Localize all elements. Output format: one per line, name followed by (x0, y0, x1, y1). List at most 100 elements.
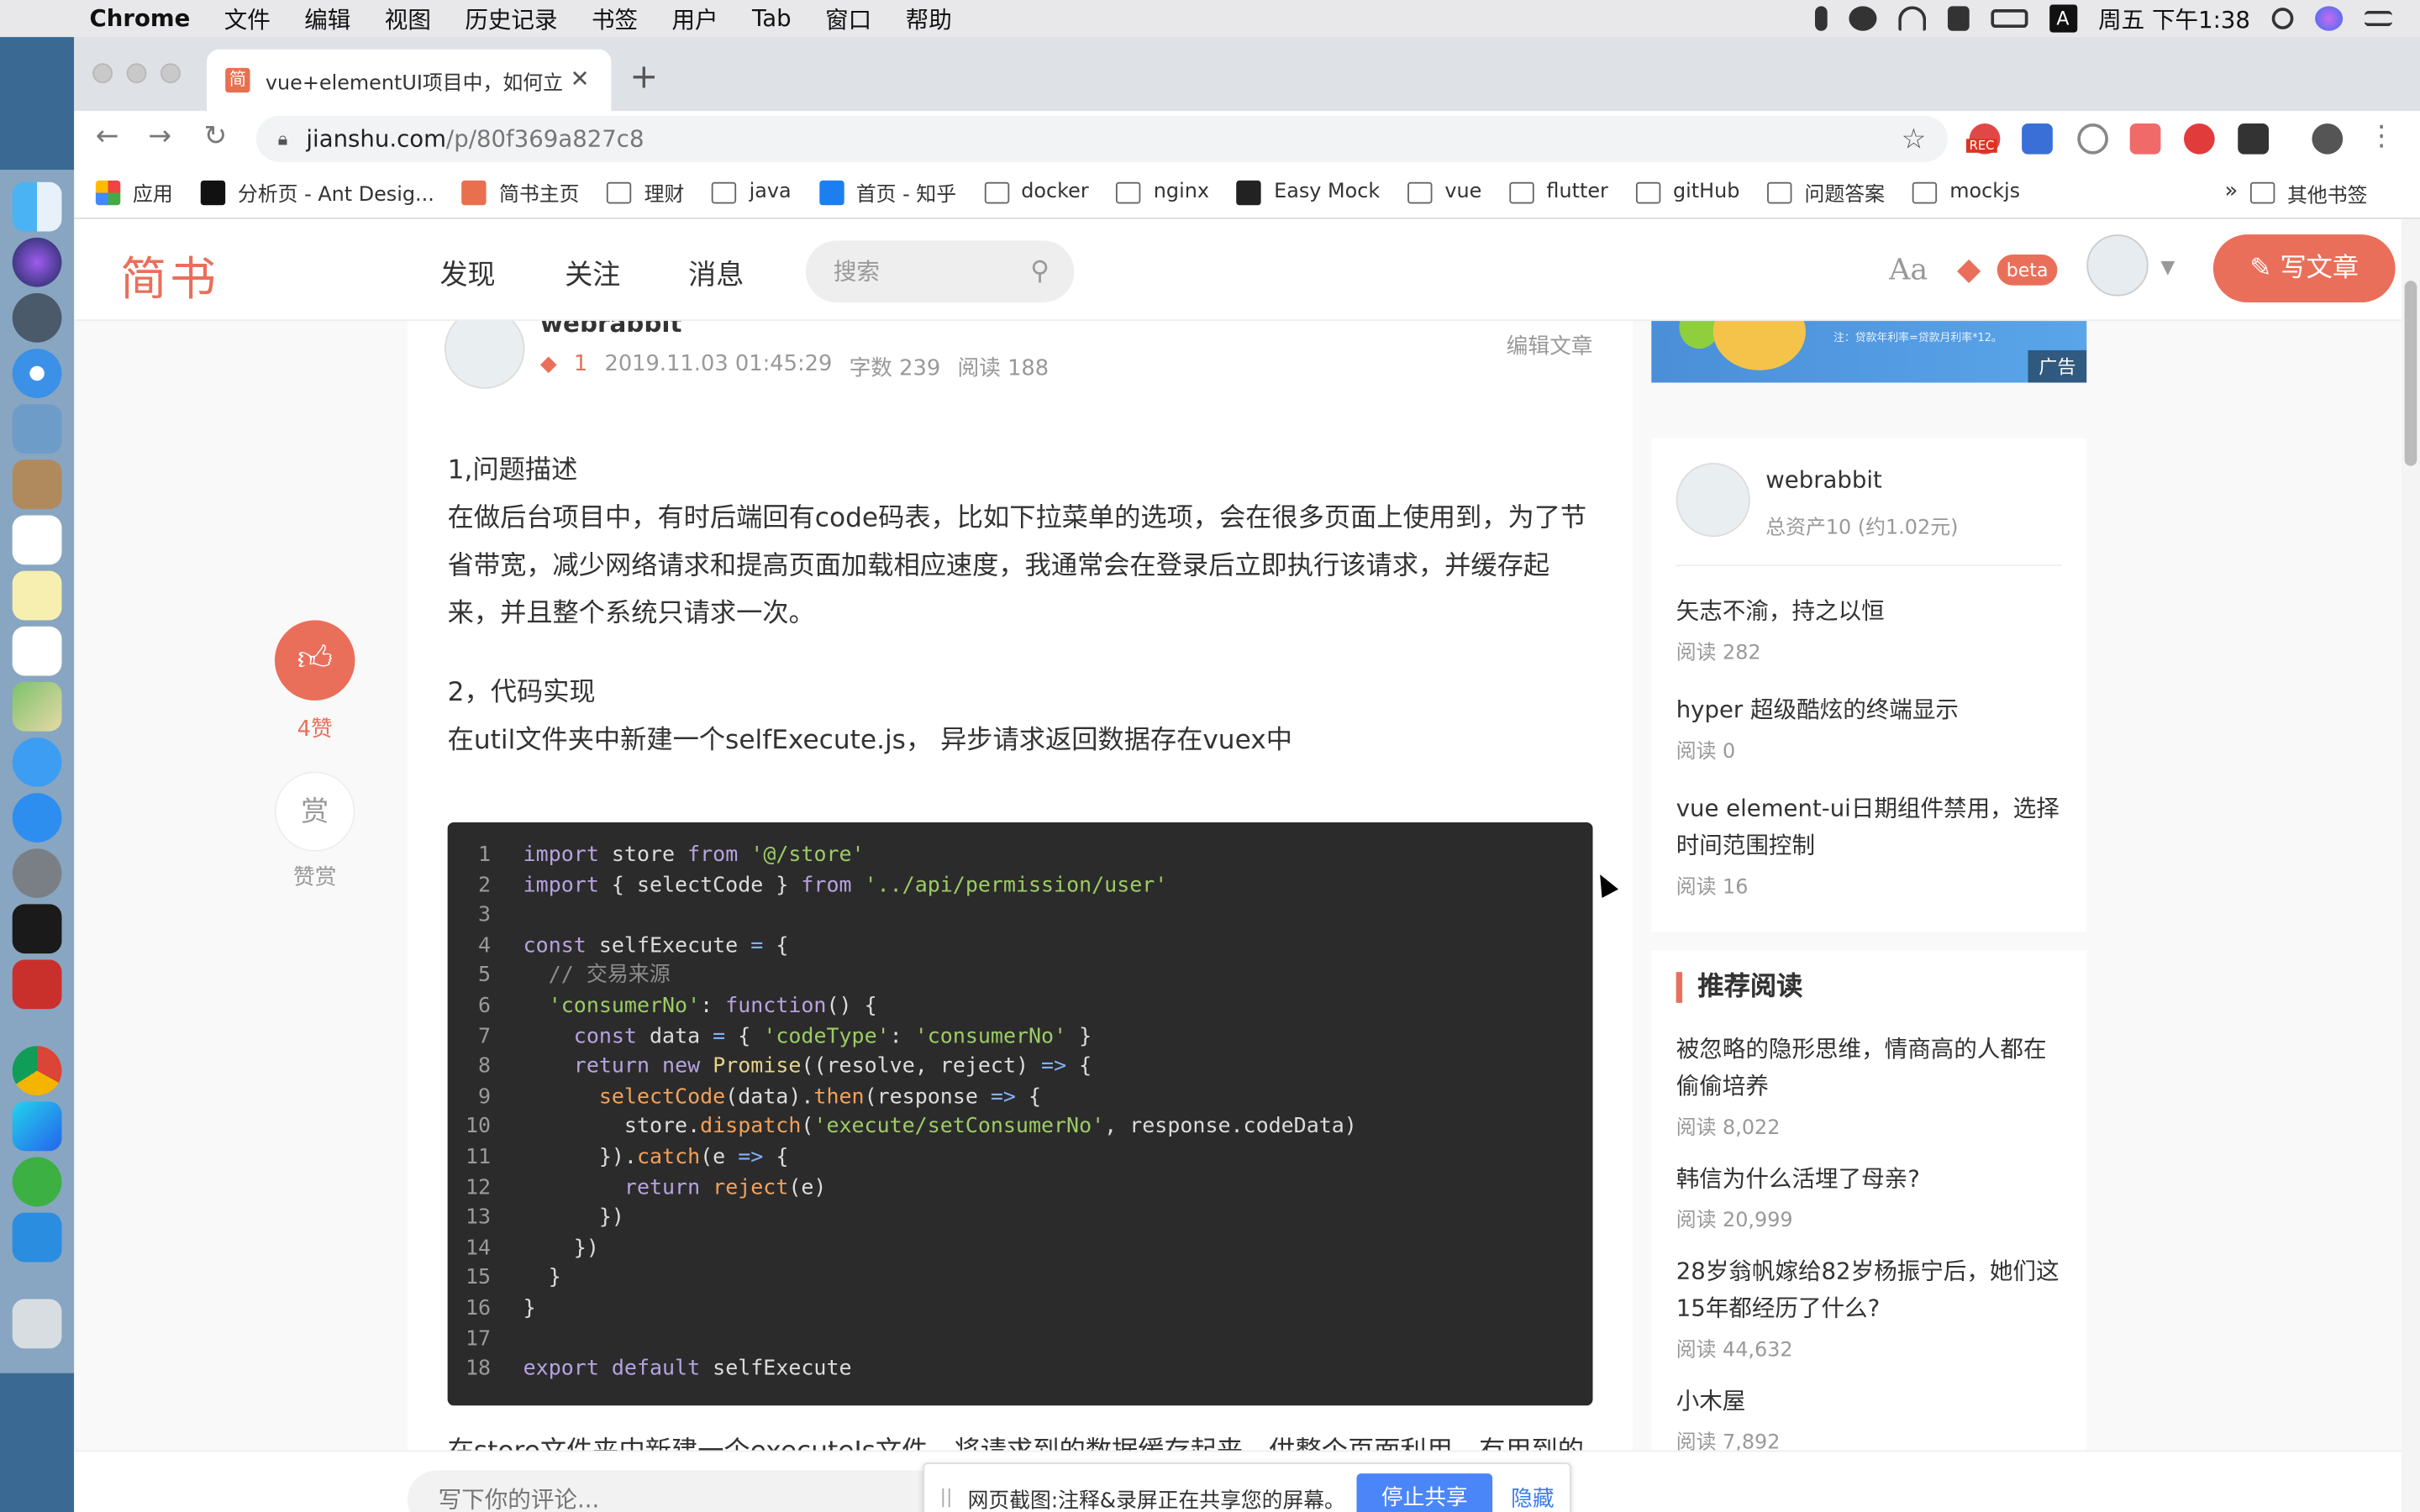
siri-dock-icon[interactable] (12, 237, 62, 287)
bookmarks-overflow-chevron-icon[interactable]: » (2225, 179, 2238, 203)
chrome-icon[interactable] (12, 1046, 62, 1096)
launchpad-icon[interactable] (12, 292, 62, 343)
vscode-icon[interactable] (12, 1212, 62, 1263)
item-title[interactable]: 韩信为什么活埋了母亲? (1676, 1160, 2065, 1197)
browser-tab-active[interactable]: 简 vue+elementUI项目中，如何立 ✕ (207, 49, 612, 112)
search-input[interactable]: 搜索 ⚲ (805, 240, 1075, 303)
bookmark-folder-licai[interactable]: 理财 (607, 177, 684, 207)
chrome-menu-icon[interactable]: ⋮ (2368, 120, 2396, 153)
wechat-dock-icon[interactable] (12, 1157, 62, 1207)
app-store-icon[interactable] (12, 793, 62, 843)
forward-arrow-icon[interactable]: → (148, 120, 171, 153)
reload-icon[interactable]: ↻ (203, 120, 227, 153)
bookmark-folder-docker[interactable]: docker (984, 181, 1089, 203)
author-article-item[interactable]: vue element-ui日期组件禁用，选择时间范围控制 阅读 16 (1676, 790, 2065, 900)
item-title[interactable]: vue element-ui日期组件禁用，选择时间范围控制 (1676, 790, 2065, 864)
notification-center-icon[interactable] (2364, 10, 2392, 27)
bookmark-folder-mockjs[interactable]: mockjs (1912, 181, 2020, 203)
author-article-item[interactable]: 矢志不渝，持之以恒 阅读 282 (1676, 592, 2065, 665)
window-zoom-icon[interactable] (160, 63, 181, 84)
code-block[interactable]: 1 import store from '@/store' 2 import { se… (447, 822, 1593, 1406)
siri-icon[interactable] (2315, 6, 2344, 31)
recommended-item[interactable]: 28岁翁帆嫁给82岁杨振宁后，她们这15年都经历了什么? 阅读 44,632 (1676, 1252, 2065, 1362)
ad-banner[interactable]: 注：贷款年利率=贷款月利率*12。 广告 (1651, 321, 2087, 383)
bookmark-folder-github[interactable]: gitHub (1635, 181, 1739, 203)
nav-follow[interactable]: 关注 (565, 253, 620, 293)
nav-discover[interactable]: 发现 (439, 253, 495, 293)
bookmark-folder-java[interactable]: java (712, 181, 792, 203)
wechat-icon[interactable] (1848, 6, 1876, 31)
window-close-icon[interactable] (92, 63, 113, 84)
trash-icon[interactable] (12, 1299, 62, 1349)
menu-bookmarks[interactable]: 书签 (592, 3, 638, 35)
menubar-clock[interactable]: 周五 下午1:38 (2098, 3, 2250, 35)
window-minimize-icon[interactable] (126, 63, 147, 84)
menu-edit[interactable]: 编辑 (304, 3, 350, 35)
volume-icon[interactable] (1947, 6, 1969, 31)
x-extension-icon[interactable] (2238, 123, 2270, 155)
drag-handle-icon[interactable]: || (940, 1486, 953, 1508)
bookmark-other-folder[interactable]: 其他书签 (2249, 166, 2368, 218)
bookmark-folder-vue[interactable]: vue (1407, 181, 1481, 203)
bookmark-folder-answers[interactable]: 问题答案 (1767, 177, 1885, 207)
microphone-icon[interactable] (1814, 6, 1827, 31)
recommended-item[interactable]: 韩信为什么活埋了母亲? 阅读 20,999 (1676, 1160, 2065, 1233)
scrollbar-thumb[interactable] (2404, 281, 2417, 466)
calendar-icon[interactable] (12, 515, 62, 565)
menu-app-name[interactable]: Chrome (90, 5, 191, 33)
item-title[interactable]: hyper 超级酷炫的终端显示 (1676, 691, 2065, 728)
recommended-item[interactable]: 小木屋 阅读 7,892 (1676, 1383, 2065, 1455)
menu-file[interactable]: 文件 (224, 3, 271, 35)
stop-sharing-button[interactable]: 停止共享 (1356, 1473, 1493, 1512)
input-method-icon[interactable]: A (2049, 4, 2077, 33)
item-title[interactable]: 矢志不渝，持之以恒 (1676, 592, 2065, 629)
safari-icon[interactable] (12, 349, 62, 398)
edit-article-link[interactable]: 编辑文章 (1507, 330, 1593, 361)
lock-icon[interactable]: 🔒︎ (278, 128, 288, 151)
maps-icon[interactable] (12, 681, 62, 732)
item-title[interactable]: 小木屋 (1676, 1383, 2065, 1420)
bookmark-folder-nginx[interactable]: nginx (1116, 181, 1209, 203)
search-icon[interactable]: ⚲ (1030, 241, 1050, 302)
webstorm-icon[interactable] (12, 1101, 62, 1152)
bookmark-apps[interactable]: 应用 (95, 177, 173, 207)
new-tab-button[interactable]: + (629, 59, 658, 97)
user-avatar[interactable] (2086, 234, 2149, 297)
fe-extension-icon[interactable] (2022, 123, 2053, 155)
bookmark-easy-mock[interactable]: Easy Mock (1237, 179, 1380, 205)
messages-icon[interactable] (12, 737, 62, 787)
rec-extension-icon[interactable]: REC (1966, 123, 2001, 155)
reward-button[interactable]: 赏 (274, 771, 355, 852)
menu-help[interactable]: 帮助 (906, 3, 952, 35)
font-size-aa-icon[interactable]: Aa (1889, 253, 1928, 286)
redux-extension-icon[interactable] (2183, 123, 2215, 155)
nav-messages[interactable]: 消息 (688, 253, 744, 293)
beta-diamond-badge[interactable]: ◆ beta (1957, 250, 2086, 291)
contacts-icon[interactable] (12, 459, 62, 510)
page-scrollbar[interactable] (2401, 218, 2420, 1512)
back-arrow-icon[interactable]: ← (96, 120, 119, 153)
menu-user[interactable]: 用户 (671, 3, 718, 35)
battery-icon[interactable] (1990, 9, 2028, 29)
recommended-item[interactable]: 被忽略的隐形思维，情商高的人都在偷偷培养 阅读 8,022 (1676, 1031, 2065, 1140)
bookmark-star-icon[interactable]: ☆ (1902, 123, 1927, 156)
item-title[interactable]: 28岁翁帆嫁给82岁杨振宁后，她们这15年都经历了什么? (1676, 1252, 2065, 1326)
tab-close-icon[interactable]: ✕ (571, 65, 590, 92)
bookmark-zhihu[interactable]: 首页 - 知乎 (818, 177, 956, 207)
write-article-button[interactable]: ✎ 写文章 (2212, 234, 2396, 303)
bookmark-ant-design[interactable]: 分析页 - Ant Desig... (200, 177, 434, 207)
author-article-item[interactable]: hyper 超级酷炫的终端显示 阅读 0 (1676, 691, 2065, 764)
preview-icon[interactable] (12, 404, 62, 454)
terminal-icon[interactable] (12, 904, 62, 954)
profile-avatar-icon[interactable] (2312, 123, 2344, 155)
like-button[interactable]: 👍︎ (274, 620, 355, 701)
author-card-name[interactable]: webrabbit (1765, 466, 1882, 494)
menu-history[interactable]: 历史记录 (465, 3, 557, 35)
finder-icon[interactable] (12, 181, 62, 232)
cloud-extension-icon[interactable] (2077, 123, 2108, 155)
screencast-extension-icon[interactable] (2129, 123, 2161, 155)
spotlight-search-icon[interactable] (2271, 8, 2294, 29)
menu-window[interactable]: 窗口 (825, 3, 871, 35)
system-preferences-icon[interactable] (12, 848, 62, 898)
reminders-icon[interactable] (12, 626, 62, 676)
